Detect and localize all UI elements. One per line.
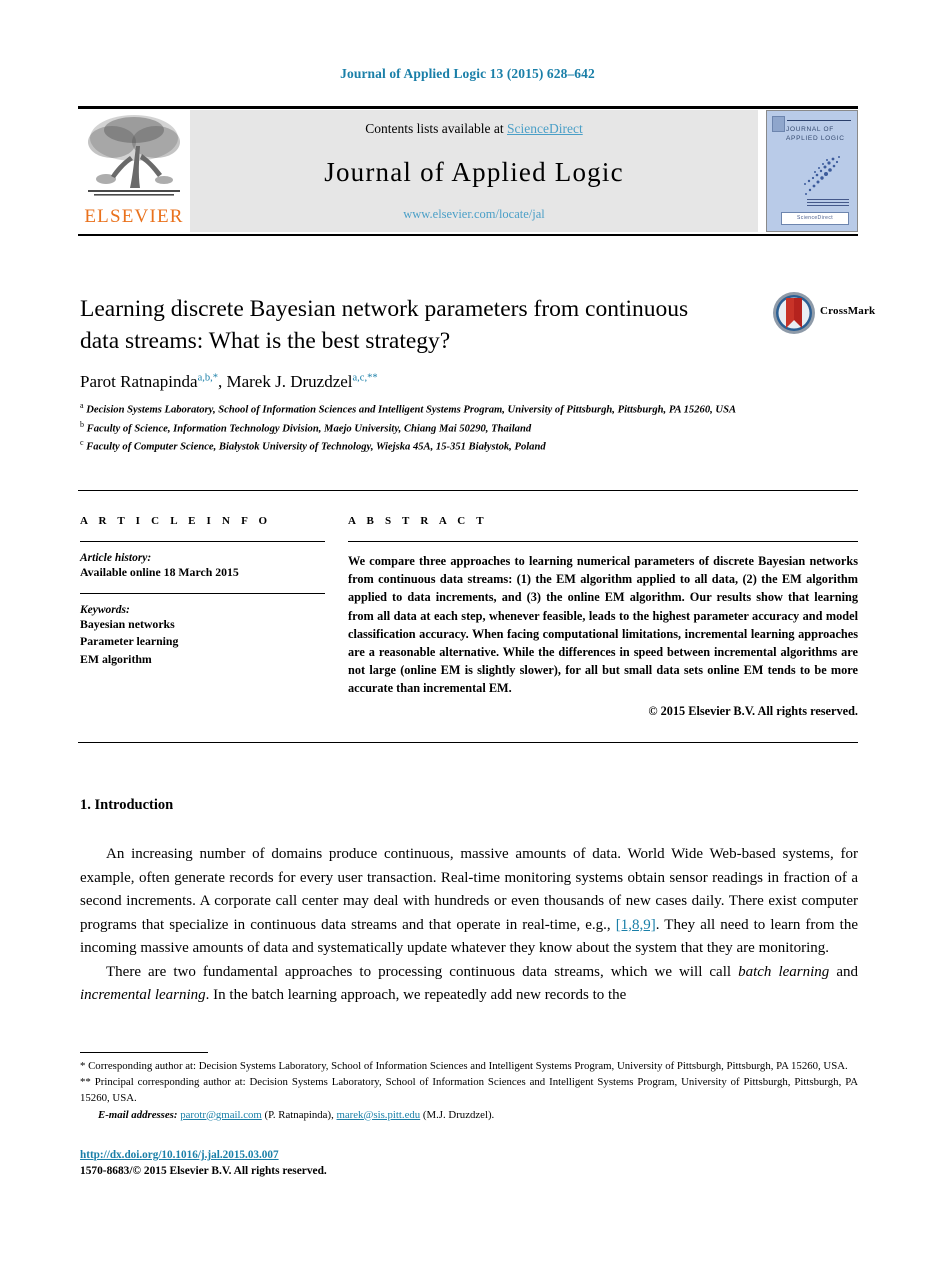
cover-footer-label: ScienceDirect — [796, 215, 834, 221]
footnote-block: * Corresponding author at: Decision Syst… — [80, 1058, 858, 1123]
paragraph-2-part-c: . In the batch learning approach, we rep… — [205, 987, 627, 1004]
affiliation-b-mark: b — [80, 419, 84, 429]
email-owner-1: (P. Ratnapinda), — [264, 1108, 334, 1121]
author-list: Parot Ratnapindaa,b,*, Marek J. Druzdzel… — [80, 372, 780, 392]
contents-band: Contents lists available at ScienceDirec… — [190, 110, 758, 232]
affiliation-a-mark: a — [80, 401, 84, 410]
elsevier-logo: ELSEVIER — [78, 110, 190, 232]
paragraph-2-emphasis-2: incremental learning — [80, 987, 206, 1004]
email-link-1[interactable]: parotr@gmail.com — [180, 1109, 262, 1121]
cover-footer-box: ScienceDirect — [781, 212, 849, 225]
keyword-item: Parameter learning — [80, 634, 179, 649]
journal-homepage-link[interactable]: www.elsevier.com/locate/jal — [190, 207, 758, 222]
article-title: Learning discrete Bayesian network param… — [80, 296, 689, 355]
author-2-affiliation-marks[interactable]: a,c,** — [353, 372, 378, 383]
affiliation-c: c Faculty of Computer Science, Białystok… — [80, 437, 780, 456]
body-text: An increasing number of domains produce … — [80, 843, 858, 1008]
affiliation-b-text: Faculty of Science, Information Technolo… — [86, 423, 532, 435]
cover-artwork-icon — [804, 156, 840, 195]
abstract-divider — [348, 541, 858, 542]
citation-link[interactable]: [1,8,9] — [616, 917, 656, 933]
sciencedirect-link[interactable]: ScienceDirect — [507, 121, 583, 136]
abstract-copyright: © 2015 Elsevier B.V. All rights reserved… — [648, 703, 858, 718]
contents-line: Contents lists available at ScienceDirec… — [190, 121, 758, 137]
affiliation-c-mark: c — [80, 438, 84, 448]
abstract-column: A B S T R A C T We compare three approac… — [348, 515, 858, 719]
article-info-divider-2 — [80, 592, 325, 594]
masthead: ELSEVIER Contents lists available at Sci… — [78, 110, 858, 232]
cover-elsevier-mark-icon — [772, 116, 785, 132]
affiliation-c-text: Faculty of Computer Science, Białystok U… — [86, 441, 546, 453]
doi-block: http://dx.doi.org/10.1016/j.jal.2015.03.… — [80, 1147, 580, 1180]
cover-footer-lines — [807, 199, 849, 207]
paragraph-2-part-a: There are two fundamental approaches to … — [106, 963, 739, 980]
email-addresses-label: E-mail addresses: — [98, 1108, 178, 1121]
footnote-principal-corresponding-author: ** Principal corresponding author at: De… — [80, 1076, 858, 1105]
footnote-corresponding-author: * Corresponding author at: Decision Syst… — [80, 1060, 848, 1072]
footnote-email-line: E-mail addresses: parotr@gmail.com (P. R… — [80, 1107, 858, 1123]
article-info-heading: A R T I C L E I N F O — [80, 515, 272, 527]
cover-rule — [787, 120, 851, 121]
email-link-2[interactable]: marek@sis.pitt.edu — [336, 1109, 420, 1121]
crossmark-badge[interactable]: CrossMark — [772, 291, 875, 337]
paper-page: Journal of Applied Logic 13 (2015) 628–6… — [0, 0, 935, 1266]
abstract-body: We compare three approaches to learning … — [348, 554, 858, 696]
affiliation-a: a Decision Systems Laboratory, School of… — [80, 400, 780, 419]
keyword-item: EM algorithm — [80, 652, 152, 667]
divider-below-abstract — [78, 742, 858, 743]
cover-title: JOURNAL OF APPLIED LOGIC — [786, 126, 845, 143]
article-history-value: Available online 18 March 2015 — [80, 565, 239, 579]
keyword-item: Bayesian networks — [80, 616, 175, 631]
footnote-divider — [80, 1052, 208, 1053]
author-1-affiliation-marks[interactable]: a,b,* — [198, 372, 218, 383]
section-heading-introduction: 1. Introduction — [80, 797, 174, 813]
keywords-label: Keywords: — [80, 603, 130, 616]
divider-above-abstract — [78, 490, 858, 491]
contents-prefix: Contents lists available at — [365, 121, 507, 136]
crossmark-icon — [773, 292, 815, 334]
elsevier-wordmark: ELSEVIER — [84, 206, 184, 227]
running-head: Journal of Applied Logic 13 (2015) 628–6… — [340, 66, 595, 81]
email-owner-2: (M.J. Druzdzel). — [422, 1108, 495, 1121]
journal-title: Journal of Applied Logic — [324, 157, 624, 187]
paragraph-2-emphasis-1: batch learning — [738, 963, 830, 980]
article-history-label: Article history: — [80, 552, 152, 564]
abstract-heading: A B S T R A C T — [348, 515, 488, 527]
affiliation-list: a Decision Systems Laboratory, School of… — [80, 400, 780, 456]
authors-text: Parot Ratnapindaa,b,*, Marek J. Druzdzel… — [80, 372, 378, 391]
crossmark-label: CrossMark — [820, 305, 876, 317]
affiliation-b: b Faculty of Science, Information Techno… — [80, 419, 780, 438]
paragraph-1: An increasing number of domains produce … — [80, 843, 858, 961]
elsevier-tree-icon — [88, 115, 180, 196]
article-info-column: A R T I C L E I N F O Article history: A… — [80, 515, 325, 669]
article-info-divider-1 — [80, 541, 325, 542]
paragraph-2: There are two fundamental approaches to … — [80, 961, 858, 1008]
affiliation-a-text: Decision Systems Laboratory, School of I… — [86, 404, 737, 416]
issn-copyright-line: 1570-8683/© 2015 Elsevier B.V. All right… — [80, 1165, 327, 1178]
doi-link[interactable]: http://dx.doi.org/10.1016/j.jal.2015.03.… — [80, 1149, 279, 1161]
journal-cover-thumbnail: JOURNAL OF APPLIED LOGIC ScienceDirect — [766, 110, 858, 232]
paragraph-2-part-b: and — [829, 963, 858, 980]
